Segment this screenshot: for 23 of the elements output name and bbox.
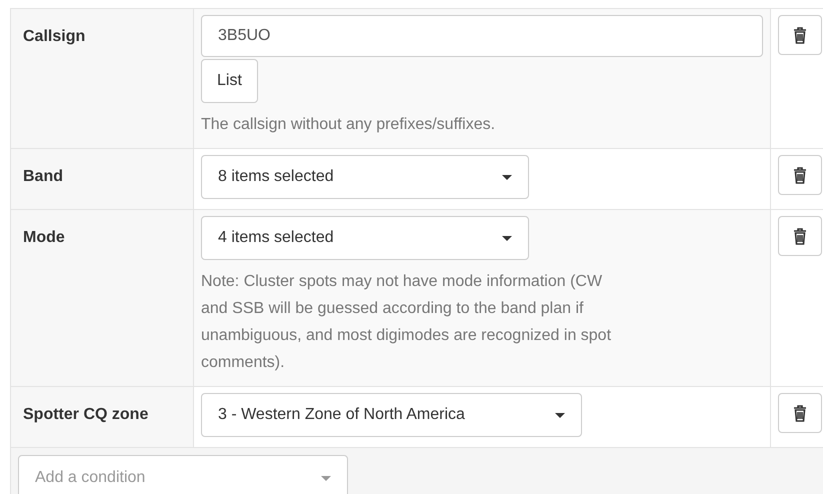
delete-button[interactable] (778, 216, 822, 256)
field-label: Band (23, 168, 63, 185)
field-label: Spotter CQ zone (23, 406, 148, 423)
help-text: The callsign without any prefixes/suffixes. (201, 115, 496, 135)
trash-icon (793, 228, 807, 244)
delete-button[interactable] (778, 393, 822, 433)
list-button[interactable]: List (201, 59, 258, 103)
select-dropdown[interactable]: 8 items selected (201, 155, 529, 199)
caret-icon (321, 476, 331, 480)
callsign-input[interactable]: 3B5UO (201, 15, 763, 57)
help-text: Note: Cluster spots may not have mode information (CW and SSB will be guessed according to the band plan if unambiguous, and most digimodes are recognized in spot comments). (201, 272, 612, 373)
trash-icon (793, 26, 807, 44)
field-label: Mode (23, 229, 65, 246)
trash-icon (793, 166, 807, 184)
delete-button[interactable] (778, 155, 822, 195)
caret-icon (554, 412, 565, 418)
delete-button[interactable] (778, 15, 822, 55)
caret-icon (502, 236, 512, 240)
field-label: Callsign (23, 28, 86, 45)
trash-icon (793, 404, 807, 422)
select-dropdown[interactable]: 3 - Western Zone of North America (201, 393, 582, 437)
select-dropdown[interactable]: 4 items selected (201, 216, 529, 260)
caret-icon (502, 174, 512, 180)
